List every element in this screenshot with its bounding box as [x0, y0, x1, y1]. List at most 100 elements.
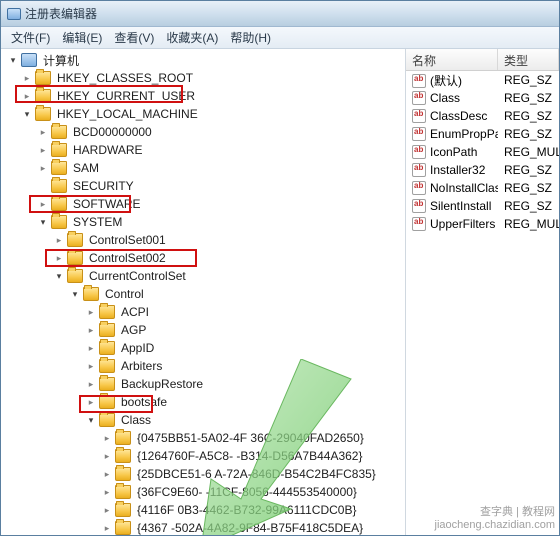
tree-node-guid[interactable]: {0475BB51-5A02-4F 36C-29040FAD2650} — [1, 429, 405, 447]
folder-icon — [51, 161, 67, 175]
tree-label: CurrentControlSet — [87, 268, 188, 284]
tree-node-guid[interactable]: {36FC9E60- -11CF-8056-444553540000} — [1, 483, 405, 501]
tree-node-hardware[interactable]: HARDWARE — [1, 141, 405, 159]
cell-type: REG_SZ — [498, 181, 559, 195]
tree-node-bcd[interactable]: BCD00000000 — [1, 123, 405, 141]
tree-node-control[interactable]: Control — [1, 285, 405, 303]
menu-file[interactable]: 文件(F) — [5, 27, 56, 48]
regedit-window: 注册表编辑器 文件(F) 编辑(E) 查看(V) 收藏夹(A) 帮助(H) 计算… — [0, 0, 560, 536]
expander-icon[interactable] — [69, 288, 81, 300]
col-name[interactable]: 名称 — [406, 49, 498, 70]
menu-edit[interactable]: 编辑(E) — [56, 27, 108, 48]
tree-node-software[interactable]: SOFTWARE — [1, 195, 405, 213]
list-row[interactable]: Installer32REG_SZ — [406, 161, 559, 179]
folder-icon — [99, 323, 115, 337]
tree-node-class[interactable]: Class — [1, 411, 405, 429]
tree-node-computer[interactable]: 计算机 — [1, 51, 405, 69]
menu-view[interactable]: 查看(V) — [108, 27, 160, 48]
list-row[interactable]: UpperFiltersREG_MULT — [406, 215, 559, 233]
list-row[interactable]: ClassDescREG_SZ — [406, 107, 559, 125]
expander-icon[interactable] — [85, 342, 97, 354]
menu-favorites[interactable]: 收藏夹(A) — [160, 27, 224, 48]
tree-label: ControlSet001 — [87, 232, 168, 248]
tree-label: AGP — [119, 322, 148, 338]
expander-icon[interactable] — [85, 414, 97, 426]
value-name: UpperFilters — [430, 217, 495, 231]
tree-label: SYSTEM — [71, 214, 124, 230]
tree-node-ccs[interactable]: CurrentControlSet — [1, 267, 405, 285]
list-body: (默认)REG_SZClassREG_SZClassDescREG_SZEnum… — [406, 71, 559, 535]
expander-icon[interactable] — [53, 270, 65, 282]
list-row[interactable]: IconPathREG_MULT — [406, 143, 559, 161]
expander-icon[interactable] — [101, 504, 113, 516]
tree-node-cs002[interactable]: ControlSet002 — [1, 249, 405, 267]
tree-node-guid[interactable]: {25DBCE51-6 A-72A-846D-B54C2B4FC835} — [1, 465, 405, 483]
tree-node-system[interactable]: SYSTEM — [1, 213, 405, 231]
expander-icon[interactable] — [101, 468, 113, 480]
tree-label: HARDWARE — [71, 142, 145, 158]
value-name: IconPath — [430, 145, 477, 159]
folder-icon — [51, 125, 67, 139]
menu-help[interactable]: 帮助(H) — [224, 27, 277, 48]
folder-icon — [115, 521, 131, 535]
tree-node-guid[interactable]: {4367 -502A-4A82-9F84-B75F418C5DEA} — [1, 519, 405, 535]
list-panel[interactable]: 名称 类型 (默认)REG_SZClassREG_SZClassDescREG_… — [406, 49, 559, 535]
tree-node-guid[interactable]: {1264760F-A5C8- -B314-D56A7B44A362} — [1, 447, 405, 465]
value-name: EnumPropPag... — [430, 127, 498, 141]
col-type[interactable]: 类型 — [498, 49, 559, 70]
tree-node-hklm[interactable]: HKEY_LOCAL_MACHINE — [1, 105, 405, 123]
expander-icon[interactable] — [21, 90, 33, 102]
expander-icon[interactable] — [21, 72, 33, 84]
expander-icon[interactable] — [85, 378, 97, 390]
tree-label: {4367 -502A-4A82-9F84-B75F418C5DEA} — [135, 520, 365, 535]
tree-label: SOFTWARE — [71, 196, 143, 212]
expander-icon[interactable] — [101, 432, 113, 444]
expander-icon[interactable] — [21, 108, 33, 120]
tree-node-hkcr[interactable]: HKEY_CLASSES_ROOT — [1, 69, 405, 87]
tree-node-guid[interactable]: {4116F 0B3-4462-B732-99A6111CDC0B} — [1, 501, 405, 519]
cell-name: ClassDesc — [406, 109, 498, 124]
expander-icon[interactable] — [37, 162, 49, 174]
tree-node-backup[interactable]: BackupRestore — [1, 375, 405, 393]
titlebar[interactable]: 注册表编辑器 — [1, 1, 559, 27]
app-icon — [7, 8, 21, 20]
folder-icon — [35, 89, 51, 103]
expander-icon[interactable] — [37, 126, 49, 138]
expander-icon[interactable] — [7, 54, 19, 66]
expander-icon[interactable] — [85, 306, 97, 318]
list-row[interactable]: SilentInstallREG_SZ — [406, 197, 559, 215]
tree-label: HKEY_LOCAL_MACHINE — [55, 106, 200, 122]
list-row[interactable]: ClassREG_SZ — [406, 89, 559, 107]
tree-node-sam[interactable]: SAM — [1, 159, 405, 177]
string-value-icon — [412, 127, 426, 141]
list-row[interactable]: EnumPropPag...REG_SZ — [406, 125, 559, 143]
tree-node-agp[interactable]: AGP — [1, 321, 405, 339]
tree-node-security[interactable]: SECURITY — [1, 177, 405, 195]
folder-icon — [99, 359, 115, 373]
tree-node-acpi[interactable]: ACPI — [1, 303, 405, 321]
folder-icon — [115, 449, 131, 463]
tree-node-arbiters[interactable]: Arbiters — [1, 357, 405, 375]
expander-icon[interactable] — [37, 144, 49, 156]
body: 计算机 HKEY_CLASSES_ROOT HKEY_CURRENT_USER … — [1, 49, 559, 535]
list-row[interactable]: NoInstallClassREG_SZ — [406, 179, 559, 197]
tree-node-appid[interactable]: AppID — [1, 339, 405, 357]
tree-panel[interactable]: 计算机 HKEY_CLASSES_ROOT HKEY_CURRENT_USER … — [1, 49, 406, 535]
expander-icon[interactable] — [101, 450, 113, 462]
expander-icon[interactable] — [37, 198, 49, 210]
tree-node-cs001[interactable]: ControlSet001 — [1, 231, 405, 249]
expander-icon[interactable] — [37, 216, 49, 228]
cell-type: REG_SZ — [498, 127, 559, 141]
tree-node-hkcu[interactable]: HKEY_CURRENT_USER — [1, 87, 405, 105]
list-row[interactable]: (默认)REG_SZ — [406, 71, 559, 89]
folder-icon — [115, 431, 131, 445]
expander-icon[interactable] — [85, 324, 97, 336]
expander-icon[interactable] — [101, 522, 113, 534]
tree-node-bootsafe[interactable]: bootsafe — [1, 393, 405, 411]
expander-icon[interactable] — [53, 234, 65, 246]
tree-label: ControlSet002 — [87, 250, 168, 266]
expander-icon[interactable] — [85, 360, 97, 372]
expander-icon[interactable] — [101, 486, 113, 498]
expander-icon[interactable] — [53, 252, 65, 264]
expander-icon[interactable] — [85, 396, 97, 408]
